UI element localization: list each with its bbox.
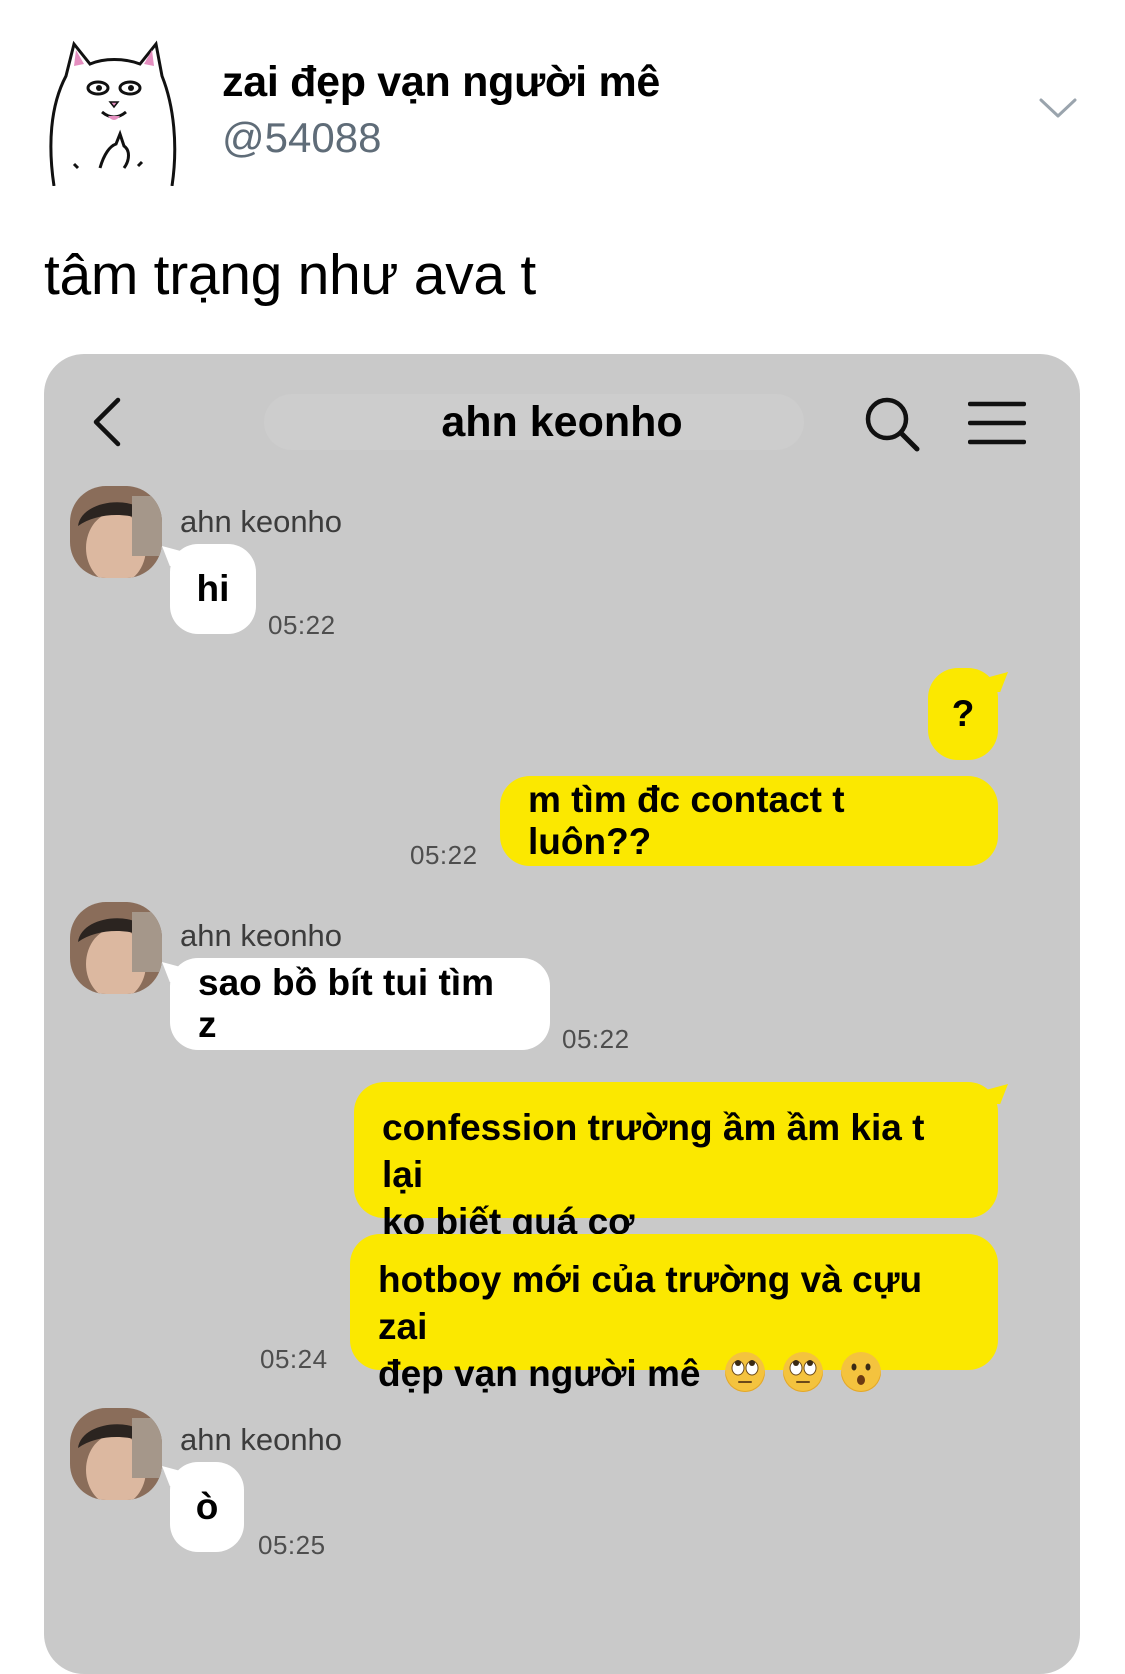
contact-avatar bbox=[70, 902, 162, 994]
hushed-emoji bbox=[841, 1352, 882, 1393]
eye-roll-emoji bbox=[724, 1352, 765, 1393]
message-line: đẹp vạn người mê bbox=[378, 1353, 701, 1394]
chat-screenshot: ahn keonho ahn keonho hi 05:22 ? 05:22 m… bbox=[44, 354, 1080, 1674]
contact-avatar bbox=[70, 1408, 162, 1500]
search-icon bbox=[865, 397, 920, 452]
sender-name: ahn keonho bbox=[180, 1422, 343, 1457]
username-handle[interactable]: @54088 bbox=[222, 114, 381, 162]
hamburger-menu-icon bbox=[968, 401, 1026, 445]
sender-name: ahn keonho bbox=[180, 918, 343, 953]
message-bubble-outgoing: ? bbox=[928, 668, 998, 760]
message-bubble-outgoing: hotboy mới của trường và cựu zai đẹp vạn… bbox=[350, 1234, 998, 1394]
message-bubble-incoming: sao bồ bít tui tìm z bbox=[170, 958, 550, 1050]
message-time: 05:22 bbox=[562, 1024, 630, 1054]
contact-avatar bbox=[70, 486, 162, 578]
message-time: 05:24 bbox=[260, 1344, 328, 1374]
display-name[interactable]: zai đẹp vạn người mê bbox=[222, 58, 660, 107]
sender-name: ahn keonho bbox=[180, 504, 343, 539]
message-line: hotboy mới của trường và cựu zai bbox=[378, 1259, 923, 1347]
message-bubble-outgoing: m tìm đc contact t luôn?? bbox=[500, 776, 998, 866]
message-time: 05:25 bbox=[258, 1530, 326, 1560]
message-time: 05:22 bbox=[268, 610, 336, 640]
message-time: 05:22 bbox=[410, 840, 478, 870]
eye-roll-emoji bbox=[783, 1352, 823, 1393]
message-bubble-incoming: ò bbox=[170, 1462, 244, 1552]
message-bubble-outgoing: confession trường ầm ầm kia t lại ko biế… bbox=[354, 1082, 998, 1242]
chevron-down-icon[interactable] bbox=[1038, 96, 1078, 120]
profile-avatar[interactable] bbox=[44, 36, 182, 186]
message-line: confession trường ầm ầm kia t lại bbox=[382, 1107, 925, 1195]
message-bubble-incoming: hi bbox=[170, 544, 256, 634]
tweet-text: tâm trạng như ava t bbox=[44, 243, 536, 307]
chat-title: ahn keonho bbox=[441, 398, 683, 446]
